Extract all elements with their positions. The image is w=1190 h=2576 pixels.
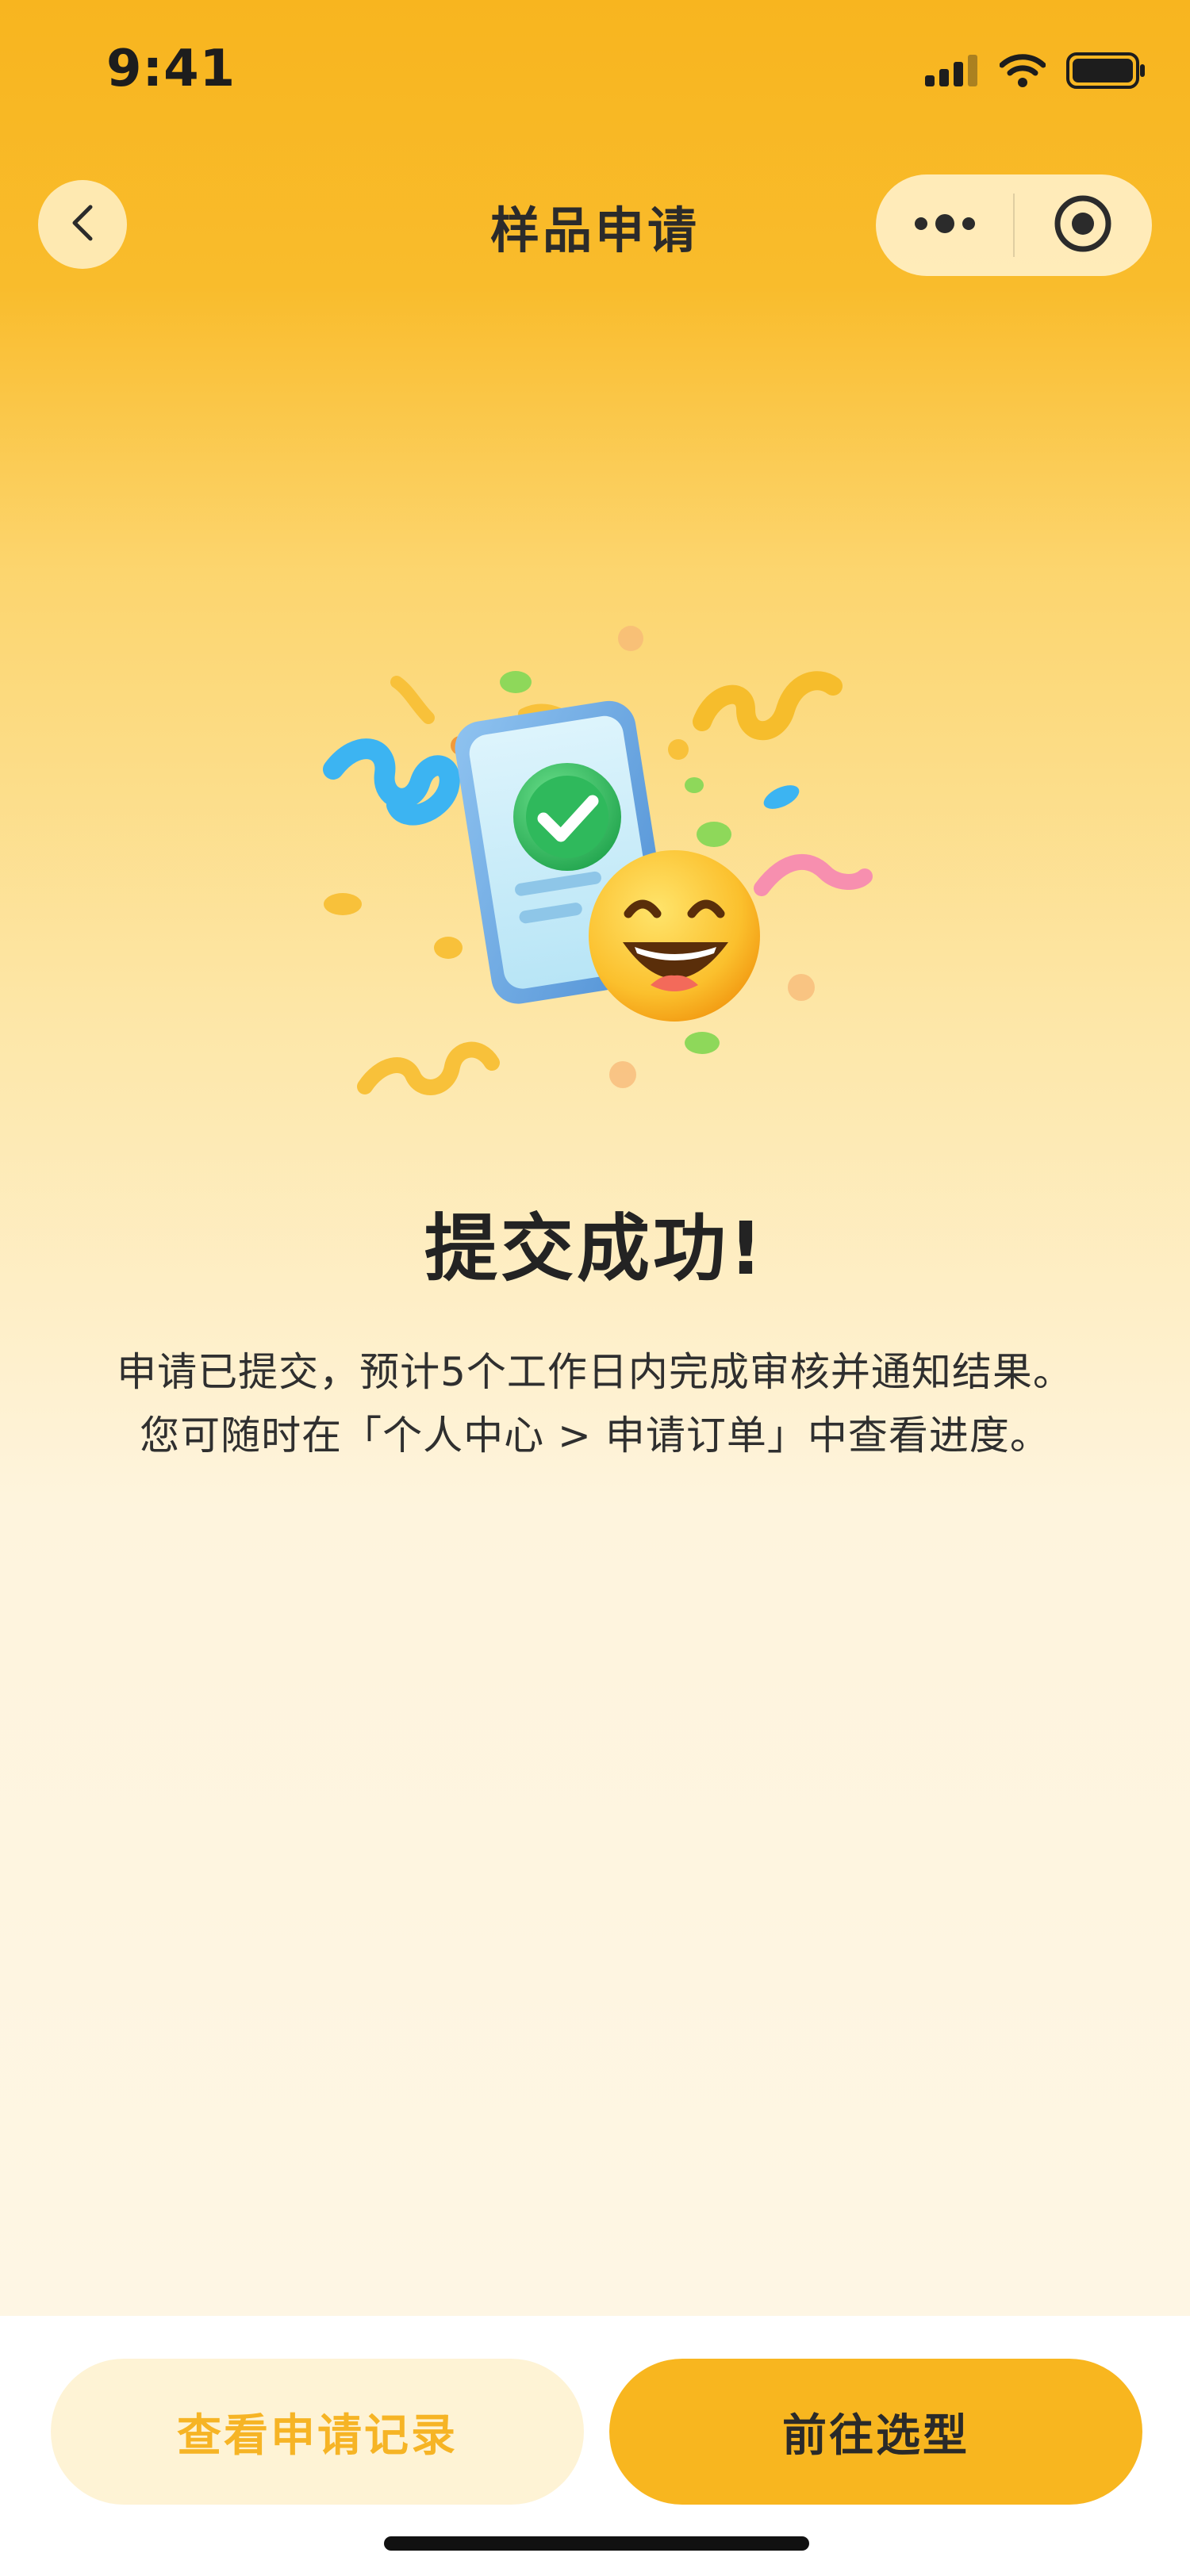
cellular-signal-icon: [925, 55, 979, 90]
status-icons: [925, 52, 1146, 92]
battery-icon: [1066, 52, 1146, 92]
bottom-action-bar: 查看申请记录 前往选型: [0, 2316, 1190, 2576]
status-bar: 9:41: [0, 0, 1190, 143]
chevron-left-icon: [65, 202, 100, 247]
back-button[interactable]: [38, 180, 127, 269]
home-indicator: [384, 2536, 809, 2551]
wifi-icon: [999, 54, 1046, 90]
status-time: 9:41: [106, 40, 236, 98]
description-line-2: 您可随时在「个人中心 > 申请订单」中查看进度。: [140, 1413, 1050, 1459]
nav-bar: 样品申请: [0, 159, 1190, 286]
more-dots-icon: [913, 212, 977, 239]
more-button[interactable]: [876, 174, 1013, 276]
success-title: 提交成功!: [424, 1206, 766, 1291]
go-to-selection-button[interactable]: 前往选型: [609, 2359, 1142, 2505]
close-miniprogram-button[interactable]: [1015, 174, 1152, 276]
target-circle-icon: [1053, 194, 1113, 257]
view-application-records-button[interactable]: 查看申请记录: [51, 2359, 584, 2505]
page-title: 样品申请: [489, 201, 700, 259]
description-line-1: 申请已提交，预计5个工作日内完成审核并通知结果。: [117, 1349, 1073, 1395]
miniprogram-capsule: [876, 174, 1152, 276]
success-illustration: [301, 619, 889, 1110]
